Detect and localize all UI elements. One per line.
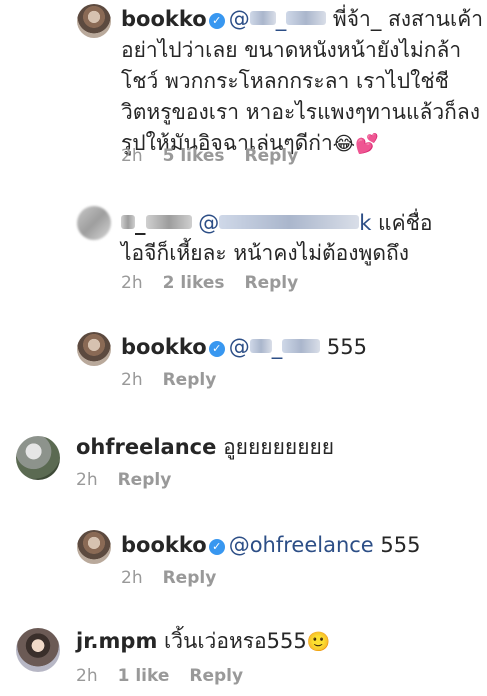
username[interactable]: bookko — [121, 335, 207, 359]
comment-line: อูยยยยยยยย — [223, 435, 335, 459]
reply-button[interactable]: Reply — [163, 568, 217, 588]
timestamp: 2h — [121, 370, 143, 390]
reply-button[interactable]: Reply — [245, 273, 299, 293]
reply-button[interactable]: Reply — [163, 370, 217, 390]
comment-text: bookko ✓ @ _ 555 — [121, 332, 367, 362]
reply-button[interactable]: Reply — [245, 146, 299, 166]
timestamp: 2h — [121, 568, 143, 588]
avatar[interactable] — [16, 436, 60, 480]
mention[interactable]: @ _ — [229, 335, 321, 359]
timestamp: 2h — [121, 146, 143, 166]
comment-line: เวิ้นเว่อหรอ555 — [164, 629, 307, 653]
username[interactable]: ohfreelance — [76, 435, 216, 459]
comment-text: bookko ✓ @ohfreelance 555 — [121, 530, 421, 560]
comment-line: โชว์ พวกกระโหลกกระลา เราไปใช่ชี — [121, 69, 449, 93]
comment-text: jr.mpm เวิ้นเว่อหรอ555🙂 — [76, 626, 330, 657]
comment-line: 555 — [326, 335, 367, 359]
timestamp: 2h — [76, 666, 98, 686]
comment-line: ไอจีก็เหี้ยละ หน้าคงไม่ต้องพูดถึง — [121, 241, 409, 265]
mention[interactable]: @ _ — [229, 7, 327, 31]
emoji: 😂💕 — [332, 133, 379, 155]
mention[interactable]: @ k — [198, 211, 371, 235]
comment-meta: 2h Reply — [76, 470, 191, 490]
timestamp: 2h — [76, 470, 98, 490]
comment-line: 555 — [380, 533, 421, 557]
comment-meta: 2h 2 likes Reply — [121, 273, 318, 293]
comment-line: พี่จ้า_ สงสานเค้า — [332, 7, 484, 31]
username[interactable]: bookko — [121, 533, 207, 557]
likes-count[interactable]: 5 likes — [163, 146, 225, 166]
avatar[interactable] — [77, 206, 111, 240]
comment-text: bookko ✓ @ _ พี่จ้า_ สงสานเค้า — [121, 4, 483, 34]
reply-button[interactable]: Reply — [118, 470, 172, 490]
comment-meta: 2h 5 likes Reply — [121, 146, 318, 166]
timestamp: 2h — [121, 273, 143, 293]
comment-meta: 2h 1 like Reply — [76, 666, 263, 686]
verified-badge-icon: ✓ — [208, 539, 225, 555]
comment-text: _ @ k แค่ชื่อ — [121, 208, 433, 238]
avatar[interactable] — [77, 332, 111, 366]
username[interactable]: jr.mpm — [76, 629, 157, 653]
reply-button[interactable]: Reply — [189, 666, 243, 686]
likes-count[interactable]: 1 like — [118, 666, 170, 686]
comment-line: แค่ชื่อ — [378, 211, 433, 235]
comment-text: ohfreelance อูยยยยยยยย — [76, 432, 334, 462]
username[interactable]: _ — [121, 211, 192, 235]
comment-meta: 2h Reply — [121, 370, 236, 390]
username[interactable]: bookko — [121, 7, 207, 31]
likes-count[interactable]: 2 likes — [163, 273, 225, 293]
verified-badge-icon: ✓ — [208, 341, 225, 357]
verified-badge-icon: ✓ — [208, 13, 225, 29]
comment-meta: 2h Reply — [121, 568, 236, 588]
avatar[interactable] — [16, 628, 60, 672]
mention[interactable]: @ohfreelance — [229, 533, 374, 557]
avatar[interactable] — [77, 4, 111, 38]
comment-line: วิตหรูของเรา หาอะไรแพงๆทานแล้วก็ลง — [121, 100, 480, 124]
comment-line: อย่าไปว่าเลย ขนาดหนังหน้ายังไม่กล้า — [121, 38, 462, 62]
avatar[interactable] — [77, 530, 111, 564]
emoji: 🙂 — [306, 631, 331, 653]
